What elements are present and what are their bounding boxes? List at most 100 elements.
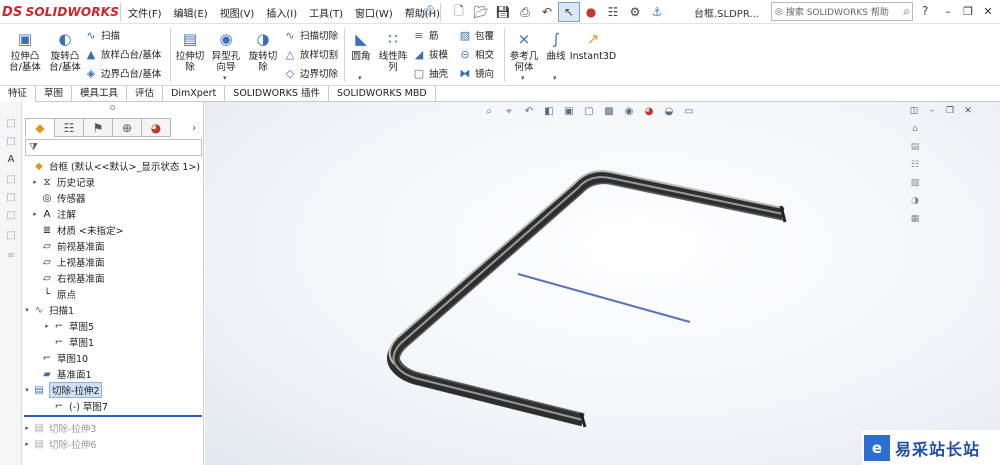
revolve-boss-button[interactable]: ◐ 旋转凸 台/基体 bbox=[44, 28, 86, 73]
apply-scene-icon[interactable]: ◒ bbox=[661, 104, 677, 118]
intersect-button[interactable]: ⊝ 相交 bbox=[458, 46, 494, 62]
reference-geometry-button[interactable]: ⨯ 参考几 何体 bbox=[506, 28, 542, 73]
new-document-icon[interactable]: 🗋 bbox=[448, 2, 470, 22]
menu-tools[interactable]: 工具(T) bbox=[309, 5, 343, 20]
graphics-area[interactable]: ⌕ ⌖ ↶ ◧ ▣ ▢ ▩ ◉ ◕ ◒ ▭ ◫ – ❐ ✕ ⌂ ▤ ☷ ▧ ◑ … bbox=[205, 102, 1000, 465]
model-frame-3d[interactable] bbox=[205, 102, 1000, 465]
close-icon[interactable]: ✕ bbox=[978, 2, 998, 20]
menu-insert[interactable]: 插入(I) bbox=[266, 5, 297, 20]
strip-tool-icon[interactable]: □ bbox=[4, 190, 18, 204]
strip-tool-icon[interactable]: □ bbox=[4, 208, 18, 222]
tab-features[interactable]: 特征 bbox=[0, 86, 37, 102]
expand-arrow-icon[interactable]: ▸ bbox=[42, 322, 52, 330]
view-settings-icon[interactable]: ▭ bbox=[681, 104, 697, 118]
search-scope-icon[interactable]: ◎ bbox=[775, 7, 783, 17]
task-pane-appearance-icon[interactable]: ▦ bbox=[909, 212, 921, 225]
task-pane-palette-icon[interactable]: ◑ bbox=[909, 194, 921, 207]
dimxpert-manager-tab-icon[interactable]: ⊕ bbox=[112, 118, 142, 137]
tab-mold-tools[interactable]: 模具工具 bbox=[72, 86, 128, 102]
draft-button[interactable]: ◢ 拔模 bbox=[412, 46, 448, 62]
open-folder-icon[interactable]: 📂︎ bbox=[470, 2, 492, 22]
restore-icon[interactable]: ❐ bbox=[958, 2, 978, 20]
help-question-icon[interactable]: ? bbox=[922, 4, 928, 18]
rib-button[interactable]: ≡ 筋 bbox=[412, 27, 438, 43]
collapse-arrow-icon[interactable]: ▾ bbox=[22, 306, 32, 314]
fillet-dropdown-icon[interactable]: ▾ bbox=[358, 74, 362, 82]
file-properties-icon[interactable]: ☷ bbox=[602, 2, 624, 22]
rollback-bar[interactable] bbox=[24, 415, 202, 417]
tree-item-sketch5[interactable]: ▸ ⌐ 草图5 bbox=[42, 318, 224, 334]
tree-item-material[interactable]: ≣ 材质 <未指定> bbox=[30, 222, 212, 238]
split-view-icon[interactable]: ◫ bbox=[905, 104, 923, 118]
edit-appearance-icon[interactable]: ◕ bbox=[641, 104, 657, 118]
options-gear-icon[interactable]: ⚙ bbox=[624, 2, 646, 22]
dynamic-annotation-icon[interactable]: ▣ bbox=[561, 104, 577, 118]
fillet-button[interactable]: ◣ 圆角 bbox=[346, 28, 376, 62]
strip-tool-icon[interactable]: □ bbox=[4, 228, 18, 242]
print-icon[interactable]: ⎙ bbox=[514, 2, 536, 22]
extrude-cut-button[interactable]: ▤ 拉伸切 除 bbox=[172, 28, 208, 73]
shell-button[interactable]: ▢ 抽壳 bbox=[412, 65, 448, 81]
tree-root[interactable]: ◆ 台框 (默认<<默认>_显示状态 1>) bbox=[22, 158, 204, 174]
tree-item-sketch7[interactable]: ⌐ (-) 草图7 bbox=[42, 398, 224, 414]
swept-cut-button[interactable]: ∿ 扫描切除 bbox=[283, 27, 338, 43]
boundary-cut-button[interactable]: ◇ 边界切除 bbox=[283, 65, 338, 81]
tree-item-sensors[interactable]: ◎ 传感器 bbox=[30, 190, 212, 206]
pin-icon[interactable]: 📌︎ bbox=[420, 4, 435, 18]
lofted-cut-button[interactable]: △ 放样切割 bbox=[283, 46, 338, 62]
previous-view-icon[interactable]: ↶ bbox=[521, 104, 537, 118]
display-manager-tab-icon[interactable]: ◕ bbox=[141, 118, 171, 137]
property-manager-tab-icon[interactable]: ☷ bbox=[54, 118, 84, 137]
tree-filter-input[interactable]: ⧩ bbox=[25, 139, 202, 156]
tree-item-history[interactable]: ▸ ⧖ 历史记录 bbox=[30, 174, 212, 190]
tree-item-annotations[interactable]: ▸ A 注解 bbox=[30, 206, 212, 222]
tree-item-origin[interactable]: └ 原点 bbox=[30, 286, 212, 302]
tree-item-top-plane[interactable]: ▱ 上视基准面 bbox=[30, 254, 212, 270]
strip-text-icon[interactable]: A bbox=[4, 152, 18, 166]
linear-pattern-button[interactable]: ∷ 线性阵 列 bbox=[376, 28, 410, 73]
view-orientation-icon[interactable]: ▢ bbox=[581, 104, 597, 118]
task-pane-library-icon[interactable]: ☷ bbox=[909, 158, 921, 171]
tab-dimxpert[interactable]: DimXpert bbox=[163, 86, 226, 102]
traffic-light-icon[interactable]: ● bbox=[580, 2, 602, 22]
loft-boss-button[interactable]: ▲ 放样凸台/基体 bbox=[84, 46, 161, 62]
strip-tool-icon[interactable]: □ bbox=[4, 134, 18, 148]
instant3d-button[interactable]: ↗ Instant3D bbox=[570, 28, 616, 62]
tab-evaluate[interactable]: 评估 bbox=[127, 86, 164, 102]
search-icon[interactable]: ⌕ bbox=[903, 4, 910, 19]
revolve-cut-button[interactable]: ◑ 旋转切 除 bbox=[245, 28, 281, 73]
minimize-icon[interactable]: – bbox=[923, 104, 941, 118]
configuration-manager-tab-icon[interactable]: ⚑ bbox=[83, 118, 113, 137]
hole-wizard-dropdown-icon[interactable]: ▾ bbox=[223, 74, 227, 82]
tree-item-sketch10[interactable]: ⌐ 草图10 bbox=[30, 350, 212, 366]
zoom-to-area-icon[interactable]: ⌖ bbox=[501, 104, 517, 118]
panel-grip-icon[interactable] bbox=[110, 105, 115, 110]
tree-item-front-plane[interactable]: ▱ 前视基准面 bbox=[30, 238, 212, 254]
strip-tool-icon[interactable]: □ bbox=[4, 116, 18, 130]
section-view-icon[interactable]: ◧ bbox=[541, 104, 557, 118]
boundary-boss-button[interactable]: ◈ 边界凸台/基体 bbox=[84, 65, 161, 81]
expand-arrow-icon[interactable]: ▸ bbox=[22, 424, 32, 432]
task-pane-explorer-icon[interactable]: ▧ bbox=[909, 176, 921, 189]
mirror-button[interactable]: ⧓ 镜向 bbox=[458, 65, 495, 81]
save-icon[interactable]: 💾︎ bbox=[492, 2, 514, 22]
task-pane-resources-icon[interactable]: ▤ bbox=[909, 140, 921, 153]
wrap-button[interactable]: ▧ 包覆 bbox=[458, 27, 494, 43]
restore-icon[interactable]: ❐ bbox=[941, 104, 959, 118]
tree-item-cut-extrude3[interactable]: ▸ ▤ 切除-拉伸3 bbox=[22, 420, 204, 436]
display-style-icon[interactable]: ▩ bbox=[601, 104, 617, 118]
sketch-line[interactable] bbox=[517, 273, 691, 323]
menu-view[interactable]: 视图(V) bbox=[220, 5, 255, 20]
close-icon[interactable]: ✕ bbox=[959, 104, 977, 118]
strip-link-icon[interactable]: ∞ bbox=[4, 248, 18, 262]
tab-sketch[interactable]: 草图 bbox=[36, 86, 73, 102]
tab-solidworks-addins[interactable]: SOLIDWORKS 插件 bbox=[225, 86, 329, 102]
tree-item-sweep1[interactable]: ▾ ∿ 扫描1 bbox=[22, 302, 204, 318]
menu-window[interactable]: 窗口(W) bbox=[355, 5, 393, 20]
reference-geometry-dropdown-icon[interactable]: ▾ bbox=[521, 74, 525, 82]
sweep-button[interactable]: ∿ 扫描 bbox=[84, 27, 120, 43]
hole-wizard-button[interactable]: ◉ 异型孔 向导 bbox=[206, 28, 246, 73]
collapse-arrow-icon[interactable]: ▾ bbox=[22, 386, 32, 394]
strip-tool-icon[interactable]: □ bbox=[4, 172, 18, 186]
tree-item-right-plane[interactable]: ▱ 右视基准面 bbox=[30, 270, 212, 286]
